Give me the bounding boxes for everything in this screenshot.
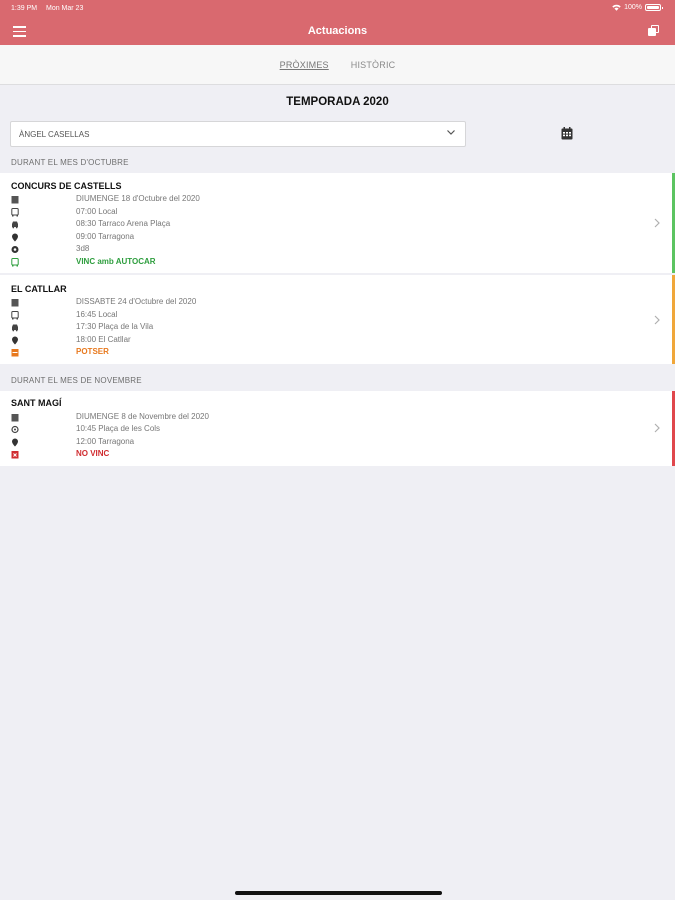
event-date: DIUMENGE 8 de Novembre del 2020 [76, 412, 209, 421]
car-icon [12, 221, 18, 228]
calendar-icon [11, 195, 19, 203]
event-date: DISSABTE 24 d'Octubre del 2020 [76, 297, 197, 306]
event-detail-row: 3d8 [11, 244, 89, 254]
member-select[interactable]: ÀNGEL CASELLAS [10, 121, 466, 147]
calendar-icon[interactable] [561, 127, 573, 140]
section-header-october: DURANT EL MES D'OCTUBRE [11, 158, 129, 167]
event-card[interactable]: EL CATLLAR DISSABTE 24 d'Octubre del 202… [0, 275, 675, 364]
status-time: 1:39 PM [11, 5, 38, 12]
car-icon [12, 324, 18, 331]
section-header-november: DURANT EL MES DE NOVEMBRE [11, 376, 142, 385]
attendance-status: VINC amb AUTOCAR [76, 257, 156, 266]
battery-percent: 100% [624, 4, 642, 11]
tab-historic[interactable]: HISTÒRIC [351, 60, 396, 70]
event-arrival: 17:30 Plaça de la Vila [76, 322, 154, 331]
event-card[interactable]: SANT MAGÍ DIUMENGE 8 de Novembre del 202… [0, 391, 675, 466]
event-castell: 3d8 [76, 244, 90, 253]
status-date: Mon Mar 23 [46, 5, 84, 12]
location-pin-icon [12, 336, 18, 344]
bus-icon [11, 310, 19, 319]
event-detail-row: 07:00 Local [11, 207, 117, 217]
event-detail-row: 17:30 Plaça de la Vila [11, 322, 153, 332]
event-name: SANT MAGÍ [11, 398, 62, 408]
meeting-point-icon [11, 425, 19, 433]
location-pin-icon [12, 233, 18, 241]
event-card[interactable]: CONCURS DE CASTELLS DIUMENGE 18 d'Octubr… [0, 173, 675, 273]
season-title: TEMPORADA 2020 [286, 96, 389, 108]
home-indicator [235, 891, 442, 895]
status-right: 100% [612, 4, 663, 11]
location-pin-icon [12, 438, 18, 446]
event-detail-row: 18:00 El Catllar [11, 335, 131, 345]
event-location: 12:00 Tarragona [76, 437, 135, 446]
event-detail-row: POTSER [11, 347, 109, 357]
wifi-icon [612, 4, 621, 11]
bus-status-icon [11, 257, 19, 266]
member-select-value: ÀNGEL CASELLAS [19, 130, 90, 139]
castell-icon [11, 245, 19, 253]
event-location: 18:00 El Catllar [76, 335, 131, 344]
bus-icon [11, 207, 19, 216]
event-detail-row: VINC amb AUTOCAR [11, 257, 156, 267]
event-detail-row: 09:00 Tarragona [11, 232, 134, 242]
event-meet-time: 16:45 Local [76, 310, 118, 319]
event-detail-row: 10:45 Plaça de les Cols [11, 424, 160, 434]
chevron-right-icon [654, 218, 660, 228]
chevron-right-icon [654, 423, 660, 433]
event-detail-row: NO VINC [11, 449, 109, 459]
event-detail-row: DIUMENGE 8 de Novembre del 2020 [11, 412, 209, 422]
tab-proximes[interactable]: PRÒXIMES [280, 60, 329, 70]
chevron-down-icon [447, 130, 455, 135]
page-title: Actuacions [307, 25, 368, 37]
battery-icon [645, 4, 663, 11]
event-detail-row: DIUMENGE 18 d'Octubre del 2020 [11, 194, 200, 204]
event-arrival: 08:30 Tarraco Arena Plaça [76, 219, 171, 228]
status-bar: 1:39 PM Mon Mar 23 100% [0, 0, 675, 18]
calendar-icon [11, 298, 19, 306]
event-name: EL CATLLAR [11, 284, 67, 294]
attendance-status: NO VINC [76, 449, 110, 458]
event-date: DIUMENGE 18 d'Octubre del 2020 [76, 194, 200, 203]
event-meet-time: 07:00 Local [76, 207, 118, 216]
event-location: 09:00 Tarragona [76, 232, 135, 241]
calendar-icon [11, 413, 19, 421]
maybe-icon [11, 348, 19, 356]
nav-bar: Actuacions [0, 18, 675, 45]
attendance-status: POTSER [76, 347, 109, 356]
copy-icon[interactable] [648, 25, 660, 37]
segment-tabs: PRÒXIMES HISTÒRIC [0, 45, 675, 85]
event-detail-row: 16:45 Local [11, 310, 117, 320]
event-name: CONCURS DE CASTELLS [11, 181, 122, 191]
chevron-right-icon [654, 315, 660, 325]
cancel-icon [11, 450, 19, 458]
event-detail-row: DISSABTE 24 d'Octubre del 2020 [11, 297, 196, 307]
event-detail-row: 08:30 Tarraco Arena Plaça [11, 219, 170, 229]
event-meet-time: 10:45 Plaça de les Cols [76, 424, 161, 433]
event-detail-row: 12:00 Tarragona [11, 437, 134, 447]
